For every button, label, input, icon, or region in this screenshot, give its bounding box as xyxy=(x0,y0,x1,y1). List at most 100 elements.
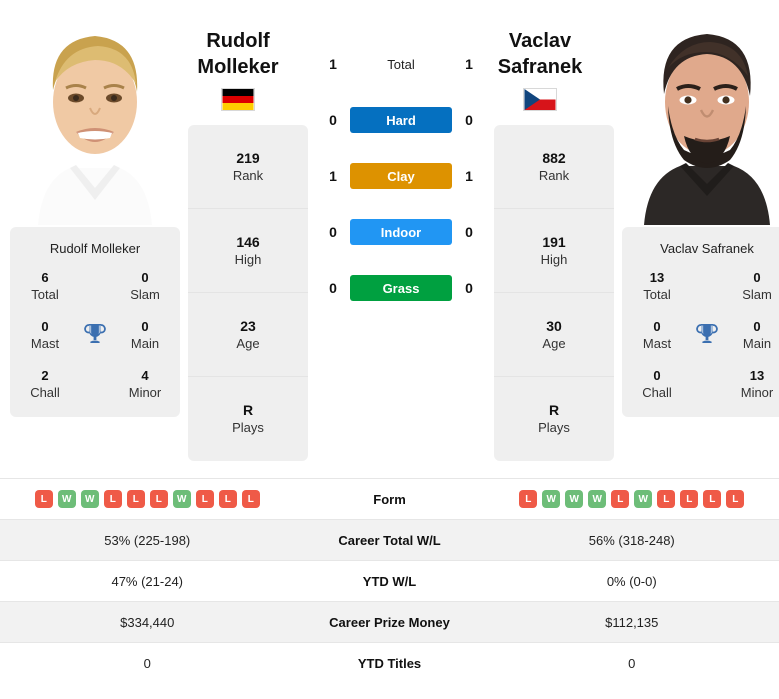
left-titles-mast-value: 0 xyxy=(41,319,49,334)
left-rank-cell: 219 Rank xyxy=(188,125,308,209)
right-titles-mast: 0 Mast xyxy=(630,319,684,352)
left-player-first-name: Rudolf xyxy=(206,30,270,52)
form-badge: L xyxy=(657,490,676,508)
left-rank-card: 219 Rank 146 High 23 Age R Plays xyxy=(188,125,308,461)
form-badge: W xyxy=(57,490,76,508)
right-form-badges: LWWWLWLLLL xyxy=(485,490,779,508)
form-badge: W xyxy=(565,490,584,508)
right-titles-grid: 13 Total 0 Slam 0 Mast 0 Main 0 Chall 13… xyxy=(630,270,779,401)
right-player-column: Vaclav Safranek 13 Total 0 Slam 0 Mast 0… xyxy=(622,10,779,417)
h2h-grass-right: 0 xyxy=(465,280,473,296)
right-high-value: 191 xyxy=(542,233,566,250)
form-badge: L xyxy=(195,490,214,508)
left-trophy-icon-cell xyxy=(72,320,118,351)
ytd-wl-label: YTD W/L xyxy=(362,573,417,589)
left-career-total-wl: 53% (225-198) xyxy=(104,532,191,548)
left-titles-chall-label: Chall xyxy=(30,385,60,400)
left-titles-card: Rudolf Molleker 6 Total 0 Slam 0 Mast 0 … xyxy=(10,227,180,417)
form-badge: W xyxy=(172,490,191,508)
right-titles-main: 0 Main xyxy=(730,319,779,352)
left-titles-slam: 0 Slam xyxy=(118,270,172,303)
left-age-value: 23 xyxy=(240,317,256,334)
left-titles-chall-value: 2 xyxy=(41,368,49,383)
left-ytd-titles: 0 xyxy=(143,655,151,671)
h2h-total-label: Total xyxy=(387,56,415,72)
right-titles-total-label: Total xyxy=(643,287,671,302)
left-titles-slam-label: Slam xyxy=(130,287,160,302)
right-rank-cell: 882 Rank xyxy=(494,125,614,209)
right-rank-card: 882 Rank 191 High 30 Age R Plays xyxy=(494,125,614,461)
left-titles-player-name: Rudolf Molleker xyxy=(49,241,141,256)
right-player-first-name: Vaclav xyxy=(508,30,572,52)
form-badge: L xyxy=(726,490,745,508)
trophy-icon xyxy=(694,320,720,351)
left-high-cell: 146 High xyxy=(188,209,308,293)
h2h-hard-left: 0 xyxy=(329,112,337,128)
left-player-name-block[interactable]: Rudolf Molleker xyxy=(158,28,318,111)
surface-pill-grass: Grass xyxy=(350,275,452,301)
form-badge: L xyxy=(611,490,630,508)
left-titles-grid: 6 Total 0 Slam 0 Mast 0 Main 2 Chall 4 M… xyxy=(18,270,172,401)
right-titles-player-name: Vaclav Safranek xyxy=(660,241,754,256)
left-titles-minor-label: Minor xyxy=(128,385,162,400)
right-career-prize-money: $112,135 xyxy=(605,614,659,630)
form-badge: L xyxy=(218,490,237,508)
player-comparison-page: Rudolf Molleker 6 Total 0 Slam 0 Mast 0 … xyxy=(0,0,779,699)
surface-pill-indoor: Indoor xyxy=(350,219,452,245)
left-form-badges: LWWLLLWLLL xyxy=(0,490,295,508)
right-titles-total: 13 Total xyxy=(630,270,684,303)
h2h-row-indoor: 0 Indoor 0 xyxy=(316,204,486,260)
right-titles-mast-label: Mast xyxy=(642,336,672,351)
right-titles-slam-value: 0 xyxy=(753,270,761,285)
left-titles-minor: 4 Minor xyxy=(118,368,172,401)
h2h-clay-left: 1 xyxy=(329,168,337,184)
right-titles-mast-value: 0 xyxy=(653,319,661,334)
right-titles-chall-value: 0 xyxy=(653,368,661,383)
table-row-career-total-wl: 53% (225-198) Career Total W/L 56% (318-… xyxy=(0,519,779,560)
form-badge: L xyxy=(149,490,168,508)
h2h-hard-right: 0 xyxy=(465,112,473,128)
h2h-total-left: 1 xyxy=(329,56,337,72)
left-player-column: Rudolf Molleker 6 Total 0 Slam 0 Mast 0 … xyxy=(10,10,180,417)
table-row-career-prize-money: $334,440 Career Prize Money $112,135 xyxy=(0,601,779,642)
right-plays-value: R xyxy=(548,402,560,418)
right-trophy-icon-cell xyxy=(684,320,730,351)
form-badge: L xyxy=(703,490,722,508)
left-high-label: High xyxy=(234,251,262,267)
h2h-indoor-right: 0 xyxy=(465,224,473,240)
table-row-ytd-wl: 47% (21-24) YTD W/L 0% (0-0) xyxy=(0,560,779,601)
left-titles-mast-label: Mast xyxy=(30,336,60,351)
form-badge: L xyxy=(680,490,699,508)
comparison-header: Rudolf Molleker 6 Total 0 Slam 0 Mast 0 … xyxy=(0,0,779,470)
right-player-name-block[interactable]: Vaclav Safranek xyxy=(460,28,620,111)
left-rank-label: Rank xyxy=(232,167,264,183)
right-player-photo xyxy=(622,10,779,225)
right-age-label: Age xyxy=(542,335,566,351)
h2h-indoor-left: 0 xyxy=(329,224,337,240)
right-titles-main-value: 0 xyxy=(753,319,761,334)
right-titles-total-value: 13 xyxy=(649,270,665,285)
right-titles-card: Vaclav Safranek 13 Total 0 Slam 0 Mast 0… xyxy=(622,227,779,417)
h2h-grass-left: 0 xyxy=(329,280,337,296)
left-titles-main-label: Main xyxy=(130,336,160,351)
form-badge: L xyxy=(126,490,145,508)
h2h-row-grass: 0 Grass 0 xyxy=(316,260,486,316)
left-player-last-name: Molleker xyxy=(197,56,279,78)
career-prize-money-label: Career Prize Money xyxy=(329,614,450,630)
right-titles-minor: 13 Minor xyxy=(730,368,779,401)
right-titles-chall: 0 Chall xyxy=(630,368,684,401)
right-player-last-name: Safranek xyxy=(497,56,583,78)
right-high-cell: 191 High xyxy=(494,209,614,293)
left-titles-total-value: 6 xyxy=(41,270,49,285)
left-plays-label: Plays xyxy=(232,420,264,435)
left-titles-main-value: 0 xyxy=(141,319,149,334)
ytd-titles-label: YTD Titles xyxy=(357,655,422,671)
surface-pill-hard: Hard xyxy=(350,107,452,133)
right-ytd-wl: 0% (0-0) xyxy=(606,573,657,589)
trophy-icon xyxy=(82,320,108,351)
table-row-ytd-titles: 0 YTD Titles 0 xyxy=(0,642,779,683)
form-row-label: Form xyxy=(373,491,406,507)
form-badge: W xyxy=(634,490,653,508)
left-high-value: 146 xyxy=(236,233,260,250)
form-badge: L xyxy=(103,490,122,508)
